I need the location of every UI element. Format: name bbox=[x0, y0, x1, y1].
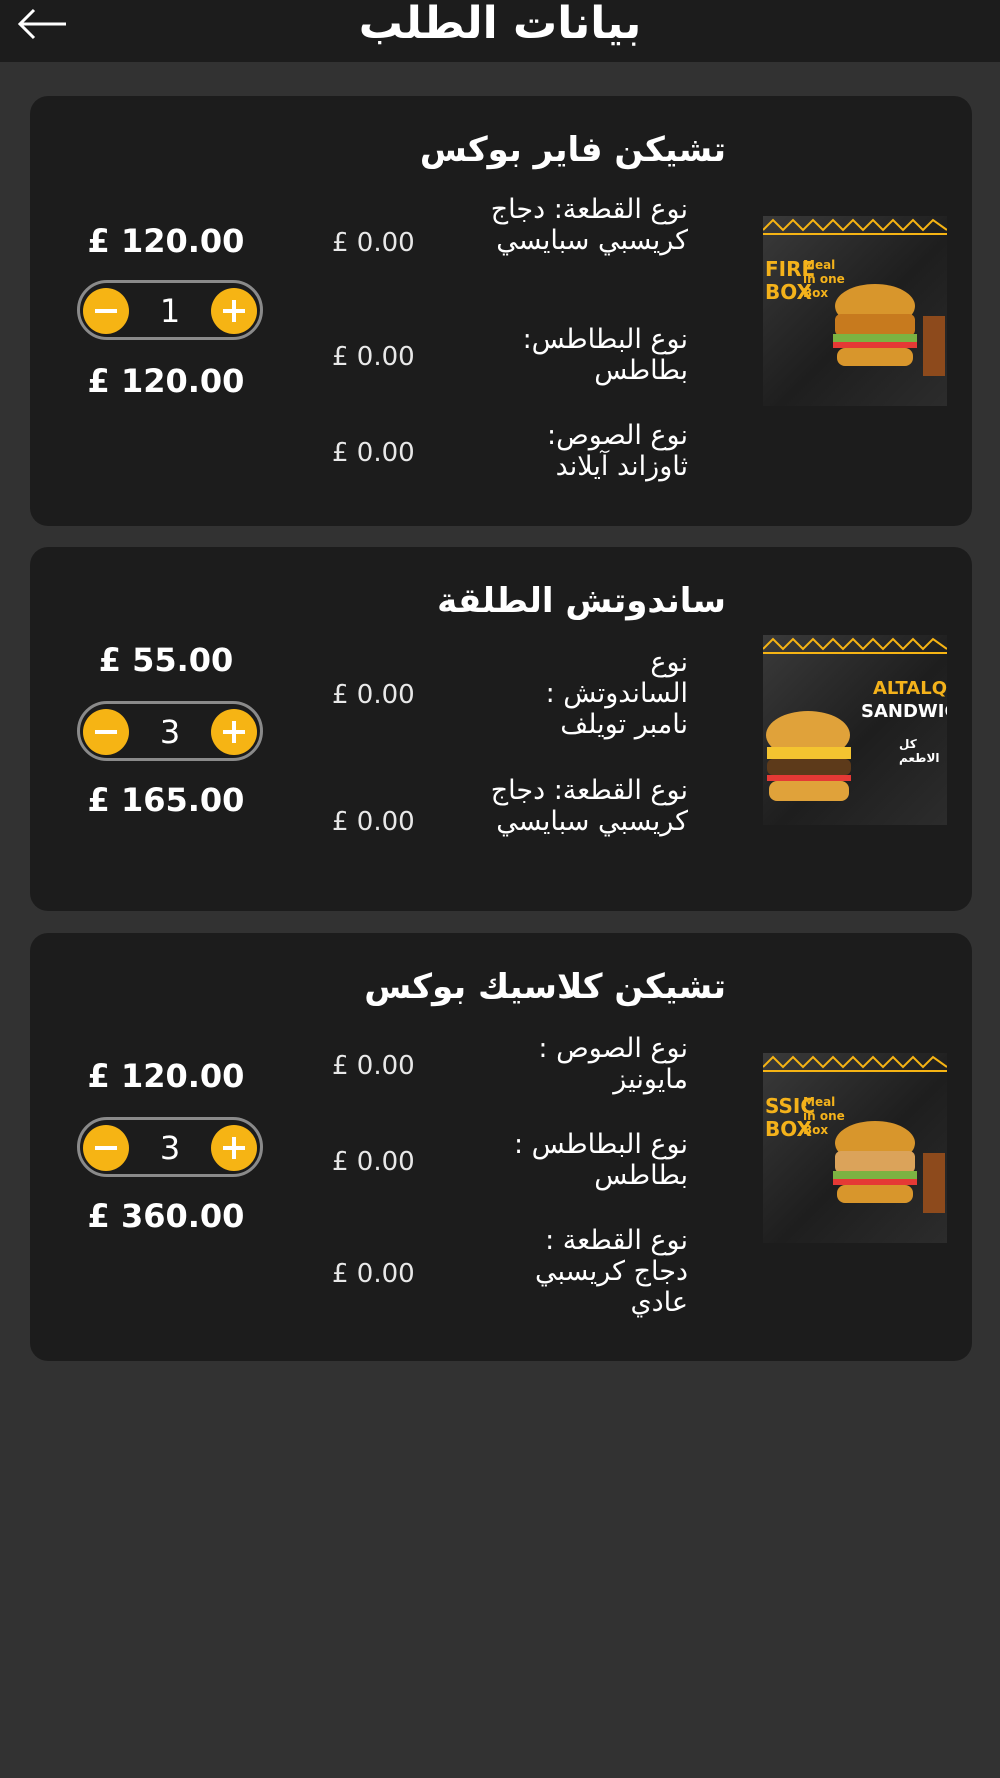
option-label: نوع القطعة: دجاج كريسبي سبايسي bbox=[490, 194, 688, 256]
decrease-button[interactable] bbox=[83, 709, 129, 755]
quantity-stepper[interactable]: 3 bbox=[77, 1117, 263, 1177]
increase-button[interactable] bbox=[211, 709, 257, 755]
image-caption: ALTALQA bbox=[873, 678, 947, 699]
option-price: £ 0.00 bbox=[332, 228, 415, 258]
option-price: £ 0.00 bbox=[332, 1147, 415, 1177]
unit-price: £ 120.00 bbox=[87, 1057, 245, 1095]
item-image: ALTALQA SANDWICH كل الاطعم bbox=[763, 635, 947, 825]
quantity-stepper[interactable]: 1 bbox=[77, 280, 263, 340]
minus-icon bbox=[95, 1146, 117, 1150]
option-label: نوع البطاطس: بطاطس bbox=[522, 324, 688, 386]
option-price: £ 0.00 bbox=[332, 342, 415, 372]
item-name: تشيكن فاير بوكس bbox=[419, 130, 726, 170]
quantity-value: 1 bbox=[159, 292, 181, 330]
plus-icon bbox=[223, 300, 245, 322]
quantity-value: 3 bbox=[159, 1129, 181, 1167]
image-caption: SANDWICH bbox=[861, 701, 947, 722]
page-title: بيانات الطلب bbox=[358, 0, 642, 49]
pattern-border bbox=[763, 1055, 947, 1072]
pattern-border bbox=[763, 218, 947, 235]
option-label: نوع القطعة : دجاج كريسبي عادي bbox=[535, 1225, 688, 1318]
minus-icon bbox=[95, 730, 117, 734]
option-label: نوع القطعة: دجاج كريسبي سبايسي bbox=[490, 775, 688, 837]
total-price: £ 165.00 bbox=[87, 781, 245, 819]
option-price: £ 0.00 bbox=[332, 807, 415, 837]
item-image: SSIC BOX Meal in one Box bbox=[763, 1053, 947, 1243]
top-bar: بيانات الطلب bbox=[0, 0, 1000, 62]
item-name: ساندوتش الطلقة bbox=[437, 581, 726, 621]
item-image: FIRE BOX Meal in one Box bbox=[763, 216, 947, 406]
increase-button[interactable] bbox=[211, 1125, 257, 1171]
minus-icon bbox=[95, 309, 117, 313]
unit-price: £ 55.00 bbox=[98, 641, 234, 679]
order-item-card: ساندوتش الطلقة ALTALQA SANDWICH كل الاطع… bbox=[30, 547, 972, 911]
quantity-stepper[interactable]: 3 bbox=[77, 701, 263, 761]
option-label: نوع الصوص : مايونيز bbox=[538, 1033, 688, 1095]
option-label: نوع الساندوتش : نامبر تويلف bbox=[545, 647, 688, 740]
unit-price: £ 120.00 bbox=[87, 222, 245, 260]
decrease-button[interactable] bbox=[83, 1125, 129, 1171]
option-price: £ 0.00 bbox=[332, 1259, 415, 1289]
burger-image bbox=[766, 711, 851, 801]
option-price: £ 0.00 bbox=[332, 438, 415, 468]
option-label: نوع الصوص: ثاوزاند آيلاند bbox=[547, 420, 688, 482]
option-label: نوع البطاطس : بطاطس bbox=[514, 1129, 688, 1191]
total-price: £ 120.00 bbox=[87, 362, 245, 400]
order-item-card: تشيكن كلاسيك بوكس SSIC BOX Meal in one B… bbox=[30, 933, 972, 1361]
order-item-card: تشيكن فاير بوكس FIRE BOX Meal in one Box… bbox=[30, 96, 972, 526]
option-price: £ 0.00 bbox=[332, 680, 415, 710]
plus-icon bbox=[223, 1137, 245, 1159]
plus-icon bbox=[223, 721, 245, 743]
quantity-value: 3 bbox=[159, 713, 181, 751]
item-name: تشيكن كلاسيك بوكس bbox=[364, 967, 726, 1007]
total-price: £ 360.00 bbox=[87, 1197, 245, 1235]
burger-image bbox=[833, 284, 945, 376]
burger-image bbox=[833, 1121, 945, 1213]
decrease-button[interactable] bbox=[83, 288, 129, 334]
image-subcaption: كل الاطعم bbox=[899, 737, 940, 765]
pattern-border bbox=[763, 637, 947, 654]
increase-button[interactable] bbox=[211, 288, 257, 334]
option-price: £ 0.00 bbox=[332, 1051, 415, 1081]
